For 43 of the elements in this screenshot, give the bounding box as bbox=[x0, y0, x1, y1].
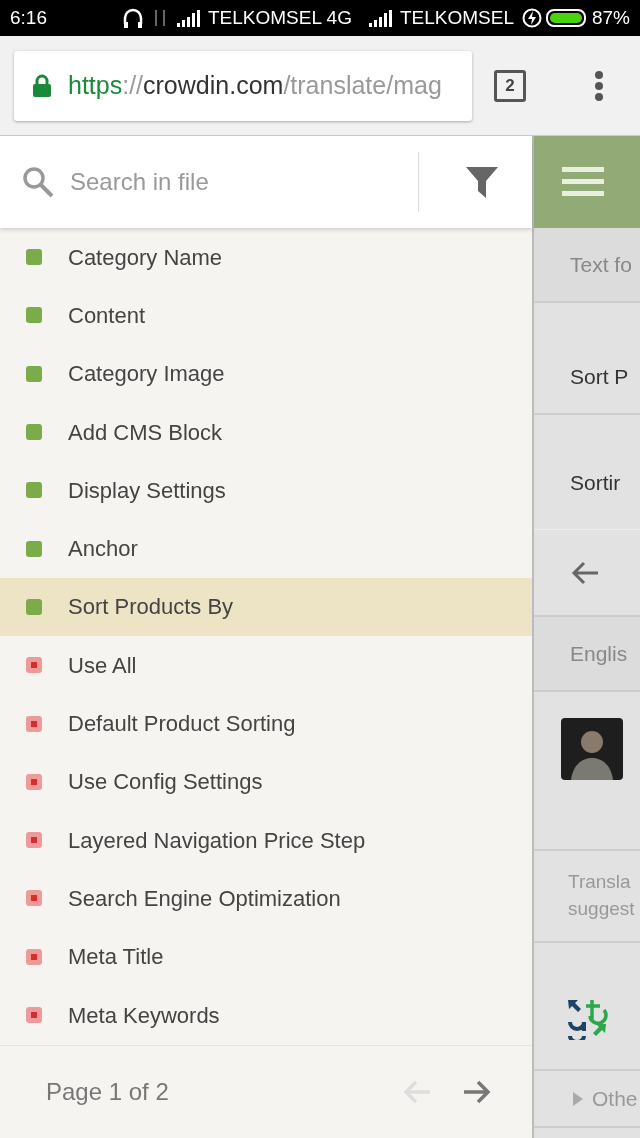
lock-icon bbox=[32, 73, 52, 98]
section-label: Othe bbox=[592, 1085, 638, 1112]
string-item[interactable]: Content bbox=[0, 286, 532, 345]
address-bar[interactable]: https://crowdin.com/translate/mag bbox=[14, 50, 472, 121]
charging-icon bbox=[521, 8, 542, 28]
battery-icon bbox=[545, 8, 588, 28]
string-item[interactable]: Sort Products By bbox=[0, 577, 532, 637]
url-text: https://crowdin.com/translate/mag bbox=[68, 69, 442, 101]
section-label: Transla suggest bbox=[568, 870, 635, 921]
search-input[interactable]: Search in file bbox=[68, 163, 398, 201]
avatar-icon bbox=[561, 718, 623, 780]
source-text: Sort P bbox=[570, 364, 629, 391]
section-label: Text fo bbox=[570, 251, 632, 278]
clock-text: 6:16 bbox=[10, 5, 47, 30]
carrier-text: TELKOMSEL bbox=[399, 5, 514, 30]
page-indicator: Page 1 of 2 bbox=[46, 1077, 169, 1107]
section-label: Englis bbox=[570, 640, 628, 667]
headphones-icon bbox=[121, 7, 144, 29]
signal-icon bbox=[367, 9, 392, 27]
string-item[interactable]: Use All bbox=[0, 636, 532, 695]
string-item[interactable]: Layered Navigation Price Step bbox=[0, 810, 532, 870]
filter-icon[interactable] bbox=[465, 165, 499, 199]
carrier-text: TELKOMSEL 4G bbox=[207, 5, 352, 30]
tab-count-button[interactable]: 2 bbox=[494, 69, 526, 102]
string-item[interactable]: Category Image bbox=[0, 344, 532, 403]
string-item[interactable]: Add CMS Block bbox=[0, 402, 532, 462]
translate-icon bbox=[566, 998, 608, 1040]
search-icon bbox=[22, 166, 54, 198]
string-item[interactable]: Default Product Sorting bbox=[0, 694, 532, 753]
string-item[interactable]: Meta Keywords bbox=[0, 985, 532, 1045]
string-item[interactable]: Anchor bbox=[0, 519, 532, 578]
string-item[interactable]: Category Name bbox=[0, 228, 532, 287]
search-bar[interactable]: Search in file bbox=[0, 136, 532, 228]
string-item[interactable]: Display Settings bbox=[0, 461, 532, 520]
string-item[interactable]: Meta Title bbox=[0, 927, 532, 986]
string-item[interactable]: Use Config Settings bbox=[0, 752, 532, 811]
translation-text: Sortir bbox=[570, 470, 621, 497]
battery-text: 87% bbox=[591, 5, 630, 30]
string-item[interactable]: Search Engine Optimization bbox=[0, 869, 532, 928]
signal-icon bbox=[175, 9, 200, 27]
menu-icon[interactable] bbox=[562, 165, 604, 199]
more-menu-icon[interactable] bbox=[594, 69, 604, 102]
next-page-icon[interactable] bbox=[462, 1078, 492, 1106]
